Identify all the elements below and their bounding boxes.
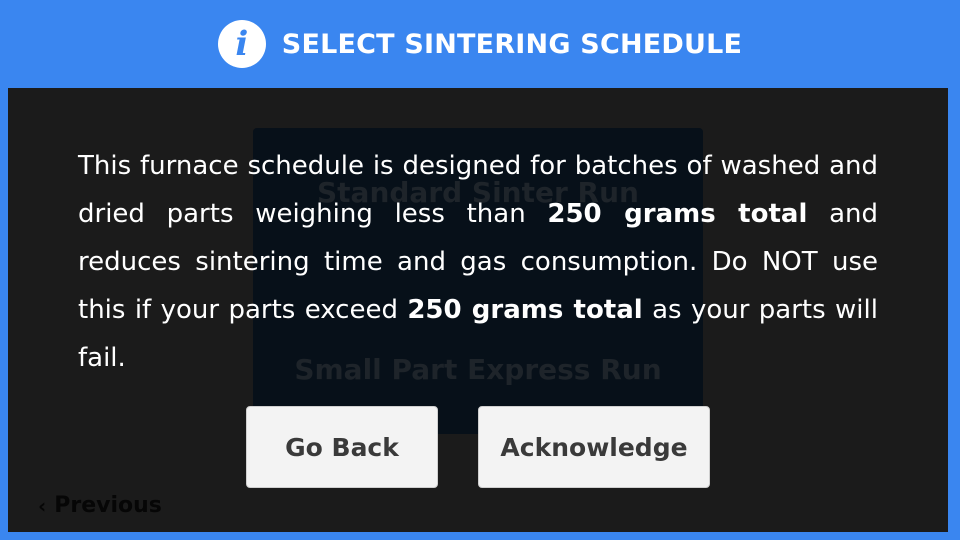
info-icon: i [217, 20, 266, 68]
previous-label: Previous [54, 493, 162, 518]
chevron-left-icon: ‹ [38, 493, 47, 518]
header-bar: i SELECT SINTERING SCHEDULE [0, 0, 960, 88]
main-screen: Standard Sinter Run Small Part Express R… [8, 88, 948, 532]
previous-button: ‹ Previous [38, 493, 162, 518]
app-frame: i SELECT SINTERING SCHEDULE Standard Sin… [0, 0, 960, 540]
dialog-message: This furnace schedule is designed for ba… [78, 142, 878, 382]
frame-right-edge [948, 88, 960, 540]
message-bold-2: 250 grams total [407, 295, 643, 325]
message-bold-1: 250 grams total [547, 199, 808, 229]
acknowledge-button[interactable]: Acknowledge [478, 406, 710, 488]
page-title: SELECT SINTERING SCHEDULE [281, 28, 743, 60]
go-back-button[interactable]: Go Back [246, 406, 438, 488]
